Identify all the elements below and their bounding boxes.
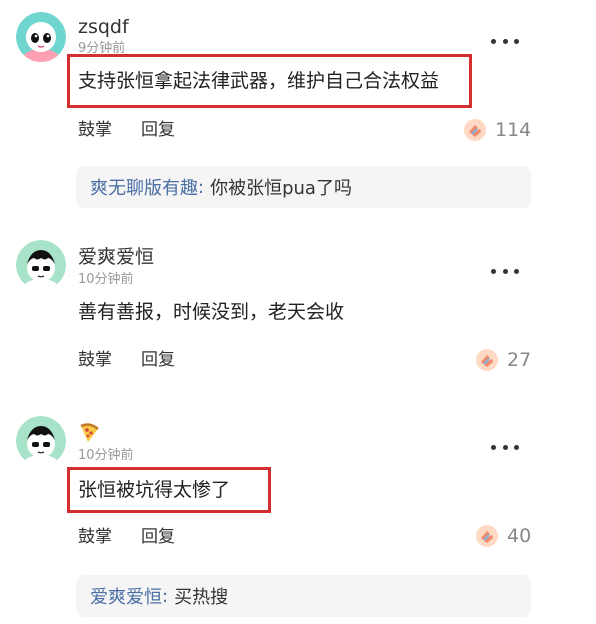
pizza-emoji-icon bbox=[78, 422, 100, 444]
username[interactable] bbox=[78, 422, 100, 449]
username[interactable]: 爱爽爱恒 bbox=[78, 246, 154, 268]
timestamp: 10分钟前 bbox=[78, 272, 134, 287]
reply-text: 你被张恒pua了吗 bbox=[210, 178, 352, 199]
clap-icon bbox=[475, 524, 499, 548]
like-count: 40 bbox=[507, 525, 532, 547]
cartoon-boy-avatar-icon bbox=[16, 240, 66, 290]
like-count: 27 bbox=[507, 349, 532, 371]
comment-text: 善有善报，时候没到，老天会收 bbox=[78, 301, 345, 323]
more-options-icon[interactable] bbox=[491, 442, 519, 452]
reply-button[interactable]: 回复 bbox=[141, 349, 175, 371]
comment-list: zsqdf 9分钟前 支持张恒拿起法律武器，维护自己合法权益 鼓掌 回复 114… bbox=[0, 0, 596, 624]
user-avatar[interactable] bbox=[16, 240, 66, 290]
like-counter[interactable]: 27 bbox=[475, 347, 531, 373]
reply-author[interactable]: 爱爽爱恒 bbox=[90, 583, 162, 609]
like-counter[interactable]: 40 bbox=[475, 523, 531, 549]
comment-text: 张恒被坑得太惨了 bbox=[78, 479, 231, 501]
reply-button[interactable]: 回复 bbox=[141, 119, 175, 141]
more-options-icon[interactable] bbox=[491, 266, 519, 276]
reply-preview[interactable]: 爱爽爱恒 : 买热搜 bbox=[76, 575, 531, 617]
like-count: 114 bbox=[495, 119, 532, 141]
more-options-icon[interactable] bbox=[491, 36, 519, 46]
clap-button[interactable]: 鼓掌 bbox=[78, 349, 112, 371]
timestamp: 10分钟前 bbox=[78, 448, 134, 463]
reply-text: 买热搜 bbox=[174, 587, 229, 608]
comment-text: 支持张恒拿起法律武器，维护自己合法权益 bbox=[78, 70, 440, 92]
clap-button[interactable]: 鼓掌 bbox=[78, 119, 112, 141]
like-counter[interactable]: 114 bbox=[463, 117, 531, 143]
reply-preview[interactable]: 爽无聊版有趣 : 你被张恒pua了吗 bbox=[76, 166, 531, 208]
user-avatar[interactable] bbox=[16, 12, 66, 62]
clap-icon bbox=[463, 118, 487, 142]
reply-separator: : bbox=[162, 585, 169, 607]
clap-icon bbox=[475, 348, 499, 372]
cartoon-pink-avatar-icon bbox=[16, 12, 66, 62]
reply-button[interactable]: 回复 bbox=[141, 526, 175, 548]
reply-author[interactable]: 爽无聊版有趣 bbox=[90, 174, 198, 200]
user-avatar[interactable] bbox=[16, 416, 66, 466]
reply-separator: : bbox=[198, 176, 205, 198]
clap-button[interactable]: 鼓掌 bbox=[78, 526, 112, 548]
username[interactable]: zsqdf bbox=[78, 16, 129, 38]
cartoon-boy-avatar-icon bbox=[16, 416, 66, 466]
